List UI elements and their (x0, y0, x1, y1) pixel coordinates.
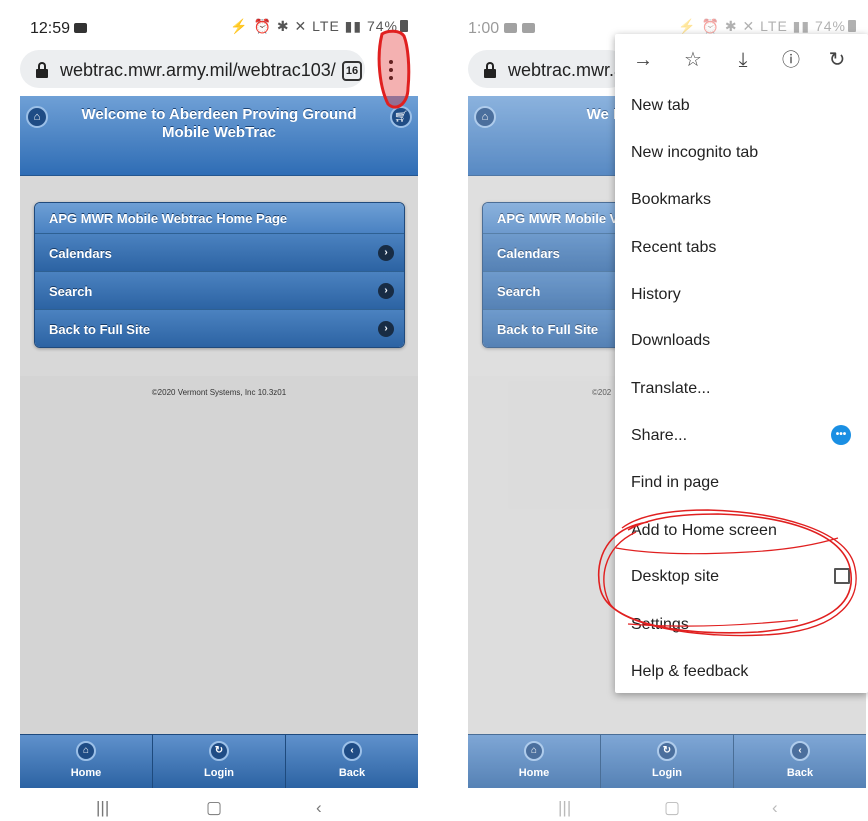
menu-list: APG MWR Mobile Webtrac Home Page Calenda… (34, 202, 405, 348)
nav-login-button[interactable]: ↻ Login (600, 735, 733, 788)
footer-area: ©2020 Vermont Systems, Inc 10.3z01 (20, 376, 418, 734)
nav-back-button[interactable]: ‹ Back (285, 735, 418, 788)
page-header: ⌂ Welcome to Aberdeen Proving Ground Mob… (20, 96, 418, 176)
status-bar: 12:59 ⚡ ⏰ ✱ ✕ LTE ▮▮ 74% (0, 0, 420, 44)
system-nav-bar: ||| ▢ ‹ (448, 796, 868, 821)
url-text: webtrac.mwr.army.mil/webtrac103/ (60, 60, 336, 80)
nav-login-button[interactable]: ↻ Login (152, 735, 285, 788)
chevron-right-icon: › (378, 283, 394, 299)
home-icon[interactable]: ⌂ (474, 106, 496, 128)
copyright-text-partial: ©202 (592, 388, 612, 397)
list-item-full-site[interactable]: Back to Full Site › (35, 309, 404, 347)
back-icon: ‹ (790, 741, 810, 761)
chevron-right-icon: › (378, 245, 394, 261)
message-icon (522, 23, 535, 33)
refresh-icon: ↻ (657, 741, 677, 761)
menu-item-new-tab[interactable]: New tab (631, 97, 690, 115)
home-circle-icon[interactable]: ▢ (206, 798, 222, 818)
copyright-text: ©2020 Vermont Systems, Inc 10.3z01 (151, 388, 287, 397)
status-indicators: ⚡ ⏰ ✱ ✕ LTE ▮▮ 74% (678, 18, 856, 35)
list-item-calendars[interactable]: Calendars › (35, 233, 404, 271)
home-icon: ⌂ (524, 741, 544, 761)
address-bar[interactable]: webtrac.mwr.a (468, 50, 628, 88)
refresh-icon: ↻ (209, 741, 229, 761)
content-area: APG MWR Mobile Webtrac Home Page Calenda… (20, 176, 418, 376)
menu-kebab-icon[interactable] (388, 58, 394, 86)
menu-item-translate[interactable]: Translate... (631, 380, 710, 398)
gallery-icon (504, 23, 517, 33)
menu-item-add-to-home-screen[interactable]: Add to Home screen (631, 522, 777, 540)
nav-home-button[interactable]: ⌂ Home (468, 735, 600, 788)
back-icon: ‹ (342, 741, 362, 761)
message-icon (74, 23, 87, 33)
desktop-site-checkbox[interactable] (834, 568, 850, 584)
right-phone-screen: 1:00 ⚡ ⏰ ✱ ✕ LTE ▮▮ 74% webtrac.mwr.a ⌂ … (448, 0, 868, 821)
download-icon[interactable]: ⤓ (731, 48, 755, 72)
battery-icon (400, 20, 408, 32)
chevron-right-icon: › (378, 321, 394, 337)
system-nav-bar: ||| ▢ ‹ (0, 796, 420, 821)
nav-back-button[interactable]: ‹ Back (733, 735, 866, 788)
recent-apps-icon[interactable]: ||| (96, 798, 109, 818)
cart-icon[interactable]: 🛒︎ (390, 106, 412, 128)
menu-item-downloads[interactable]: Downloads (631, 332, 710, 350)
url-text: webtrac.mwr.a (508, 60, 625, 80)
messages-app-icon[interactable]: ••• (831, 425, 851, 445)
browser-overflow-menu: → ☆ ⤓ ⓘ ↻ New tab New incognito tab Book… (615, 34, 868, 693)
list-item-search[interactable]: Search › (35, 271, 404, 309)
battery-icon (848, 20, 856, 32)
address-bar[interactable]: webtrac.mwr.army.mil/webtrac103/ (20, 50, 365, 88)
menu-item-history[interactable]: History (631, 286, 681, 304)
list-header: APG MWR Mobile Webtrac Home Page (35, 203, 404, 233)
recent-apps-icon[interactable]: ||| (558, 798, 571, 818)
forward-icon[interactable]: → (631, 48, 655, 72)
status-indicators: ⚡ ⏰ ✱ ✕ LTE ▮▮ 74% (230, 18, 408, 35)
nav-home-button[interactable]: ⌂ Home (20, 735, 152, 788)
lock-icon (484, 62, 498, 78)
menu-item-bookmarks[interactable]: Bookmarks (631, 191, 711, 209)
lock-icon (36, 62, 50, 78)
page-title: Welcome to Aberdeen Proving Ground Mobil… (81, 106, 357, 141)
menu-toolbar: → ☆ ⤓ ⓘ ↻ (615, 34, 868, 86)
system-back-icon[interactable]: ‹ (316, 798, 322, 818)
menu-item-find-in-page[interactable]: Find in page (631, 474, 719, 492)
bottom-navbar: ⌂ Home ↻ Login ‹ Back (20, 734, 418, 788)
menu-item-share[interactable]: Share... (631, 427, 687, 445)
system-back-icon[interactable]: ‹ (772, 798, 778, 818)
home-icon[interactable]: ⌂ (26, 106, 48, 128)
reload-icon[interactable]: ↻ (825, 48, 849, 72)
status-time: 1:00 (468, 20, 500, 37)
menu-item-new-incognito-tab[interactable]: New incognito tab (631, 144, 758, 162)
home-icon: ⌂ (76, 741, 96, 761)
status-time: 12:59 (30, 20, 71, 37)
home-circle-icon[interactable]: ▢ (664, 798, 680, 818)
tab-switcher-button[interactable]: 16 (342, 61, 362, 81)
bottom-navbar: ⌂ Home ↻ Login ‹ Back (468, 734, 866, 788)
left-phone-screen: 12:59 ⚡ ⏰ ✱ ✕ LTE ▮▮ 74% webtrac.mwr.arm… (0, 0, 420, 821)
info-icon[interactable]: ⓘ (779, 48, 803, 72)
menu-item-help-feedback[interactable]: Help & feedback (631, 663, 748, 681)
menu-item-desktop-site[interactable]: Desktop site (631, 568, 719, 586)
menu-item-recent-tabs[interactable]: Recent tabs (631, 239, 716, 257)
menu-item-settings[interactable]: Settings (631, 616, 689, 634)
star-icon[interactable]: ☆ (681, 48, 705, 72)
